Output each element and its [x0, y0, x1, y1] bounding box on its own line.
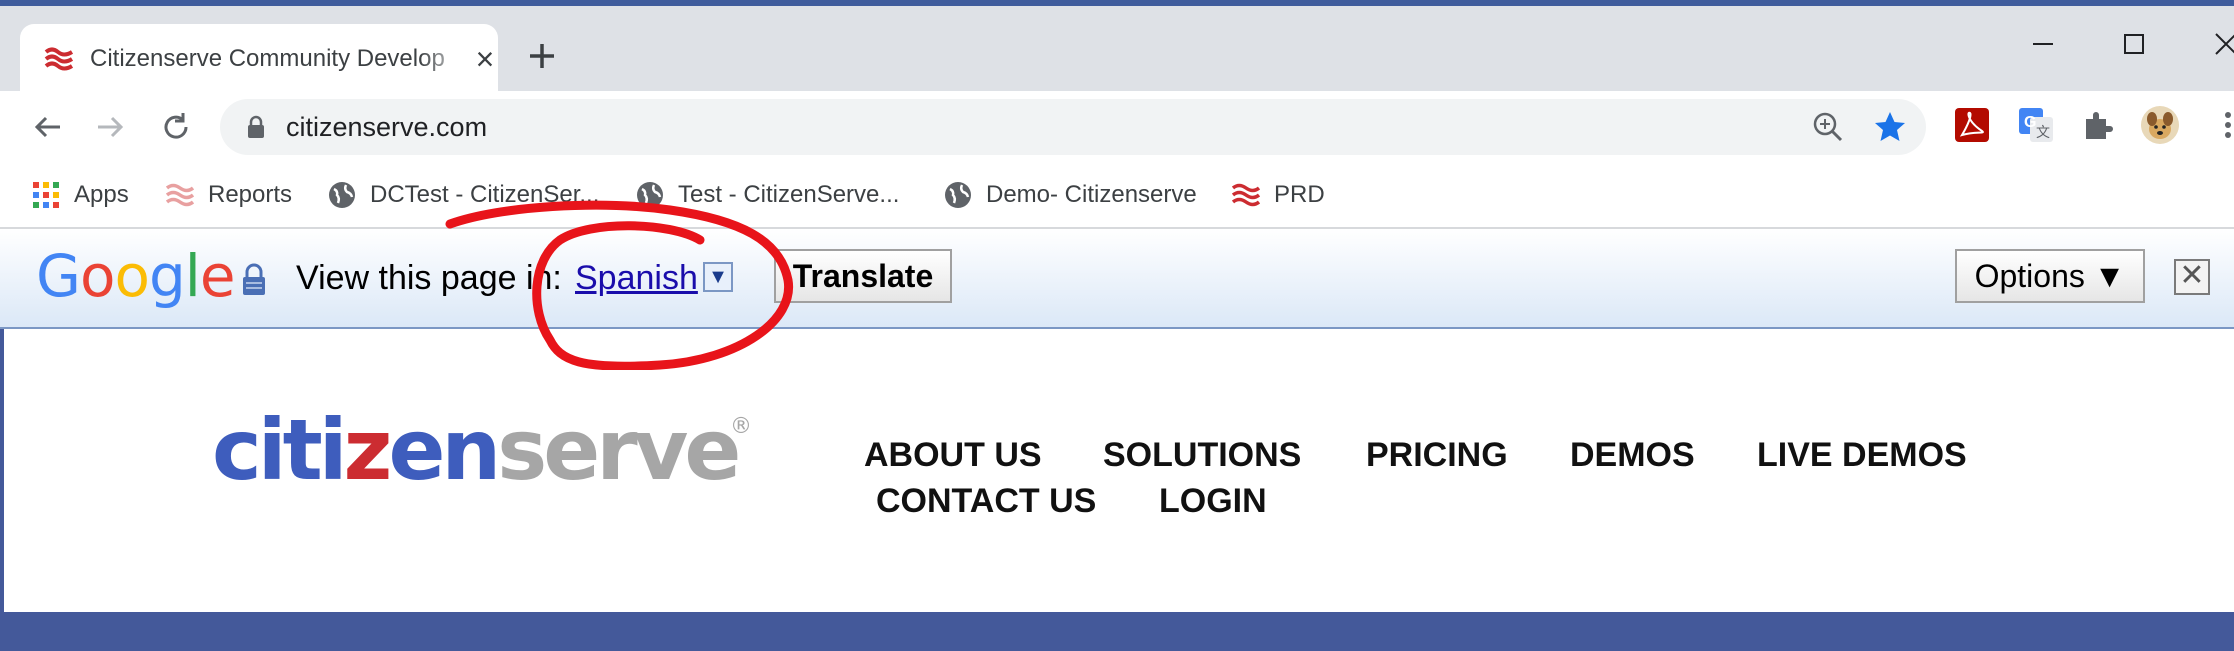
tab-title: Citizenserve Community Develop — [90, 45, 445, 72]
bookmark-label: PRD — [1274, 181, 1325, 208]
bookmark-star-icon[interactable] — [1872, 109, 1908, 145]
svg-text:文: 文 — [2036, 124, 2050, 140]
language-dropdown-icon[interactable]: ▼ — [703, 262, 733, 292]
bookmark-label: Demo- Citizenserve — [986, 181, 1197, 208]
bookmark-label: Reports — [208, 181, 293, 208]
bookmark-label: DCTest - CitizenSer... — [370, 181, 600, 208]
new-tab-icon[interactable] — [522, 36, 562, 76]
logo-z: z — [344, 401, 389, 499]
translate-close-icon[interactable]: ✕ — [2174, 259, 2210, 295]
nav-live-demos[interactable]: LIVE DEMOS — [1757, 435, 1967, 475]
maximize-icon[interactable] — [2114, 24, 2154, 64]
forward-icon[interactable] — [90, 107, 130, 147]
apps-grid-icon — [33, 182, 59, 208]
webpage-content: citizenserve ® ABOUT US SOLUTIONS PRICIN… — [0, 329, 2234, 651]
browser-toolbar: citizenserve.com G 文 — [0, 91, 2234, 163]
url-text[interactable]: citizenserve.com — [286, 109, 487, 145]
menu-kebab-icon[interactable] — [2208, 105, 2234, 145]
citizenserve-icon — [166, 183, 194, 207]
tab-close-icon[interactable]: × — [470, 43, 500, 75]
bookmarks-bar: Apps Reports DCTest - CitizenSer... Test… — [0, 163, 2234, 229]
lock-icon[interactable] — [246, 115, 266, 139]
browser-window: Citizenserve Community Develop × citizen… — [0, 0, 2234, 651]
logo-citi: citi — [212, 401, 344, 499]
globe-icon — [329, 182, 355, 208]
globe-icon — [637, 182, 663, 208]
reload-icon[interactable] — [156, 107, 196, 147]
translate-button[interactable]: Translate — [774, 249, 952, 303]
minimize-icon[interactable] — [2023, 24, 2063, 64]
tab-strip: Citizenserve Community Develop × — [0, 6, 2234, 92]
tab-active[interactable]: Citizenserve Community Develop × — [20, 24, 498, 92]
window-close-icon[interactable] — [2206, 24, 2234, 64]
nav-solutions[interactable]: SOLUTIONS — [1103, 435, 1301, 475]
options-button[interactable]: Options ▼ — [1955, 249, 2145, 303]
bookmark-dctest[interactable]: DCTest - CitizenSer... — [328, 177, 599, 213]
address-bar[interactable]: citizenserve.com — [220, 99, 1926, 155]
google-translate-bar: Google View this page in: Spanish ▼ Tran… — [0, 229, 2234, 329]
bookmark-label: Test - CitizenServe... — [678, 181, 900, 208]
nav-about-us[interactable]: ABOUT US — [864, 435, 1042, 475]
pdf-extension-icon[interactable] — [1952, 105, 1992, 145]
nav-login[interactable]: LOGIN — [1159, 481, 1267, 521]
nav-demos[interactable]: DEMOS — [1570, 435, 1695, 475]
bookmark-prd[interactable]: PRD — [1232, 177, 1325, 213]
nav-pricing[interactable]: PRICING — [1366, 435, 1508, 475]
nav-contact-us[interactable]: CONTACT US — [876, 481, 1096, 521]
citizenserve-icon — [1232, 183, 1260, 207]
bookmark-apps[interactable]: Apps — [32, 177, 129, 213]
svg-text:citizenserve: citizenserve — [212, 401, 737, 499]
bookmark-reports[interactable]: Reports — [166, 177, 292, 213]
google-translate-icon[interactable]: G 文 — [2016, 105, 2056, 145]
profile-avatar-icon[interactable] — [2140, 105, 2180, 145]
logo-en: en — [388, 401, 497, 499]
logo-registered: ® — [730, 414, 752, 439]
zoom-icon[interactable] — [1810, 109, 1846, 145]
svg-text:G: G — [2024, 114, 2036, 131]
language-select-link[interactable]: Spanish — [575, 255, 698, 301]
extensions-puzzle-icon[interactable] — [2078, 105, 2118, 145]
bookmark-demo[interactable]: Demo- Citizenserve — [944, 177, 1197, 213]
google-logo: Google — [36, 242, 236, 310]
citizenserve-favicon-icon — [44, 47, 74, 71]
hero-banner — [4, 612, 2234, 651]
translate-prompt: View this page in: — [296, 259, 562, 297]
logo-serve: serve — [497, 401, 737, 499]
translate-lock-icon — [243, 263, 265, 295]
bookmark-test[interactable]: Test - CitizenServe... — [636, 177, 899, 213]
citizenserve-logo[interactable]: citizenserve ® — [212, 391, 752, 501]
tab-title-fade — [420, 40, 470, 78]
back-icon[interactable] — [28, 107, 68, 147]
globe-icon — [945, 182, 971, 208]
bookmark-label: Apps — [74, 181, 129, 208]
